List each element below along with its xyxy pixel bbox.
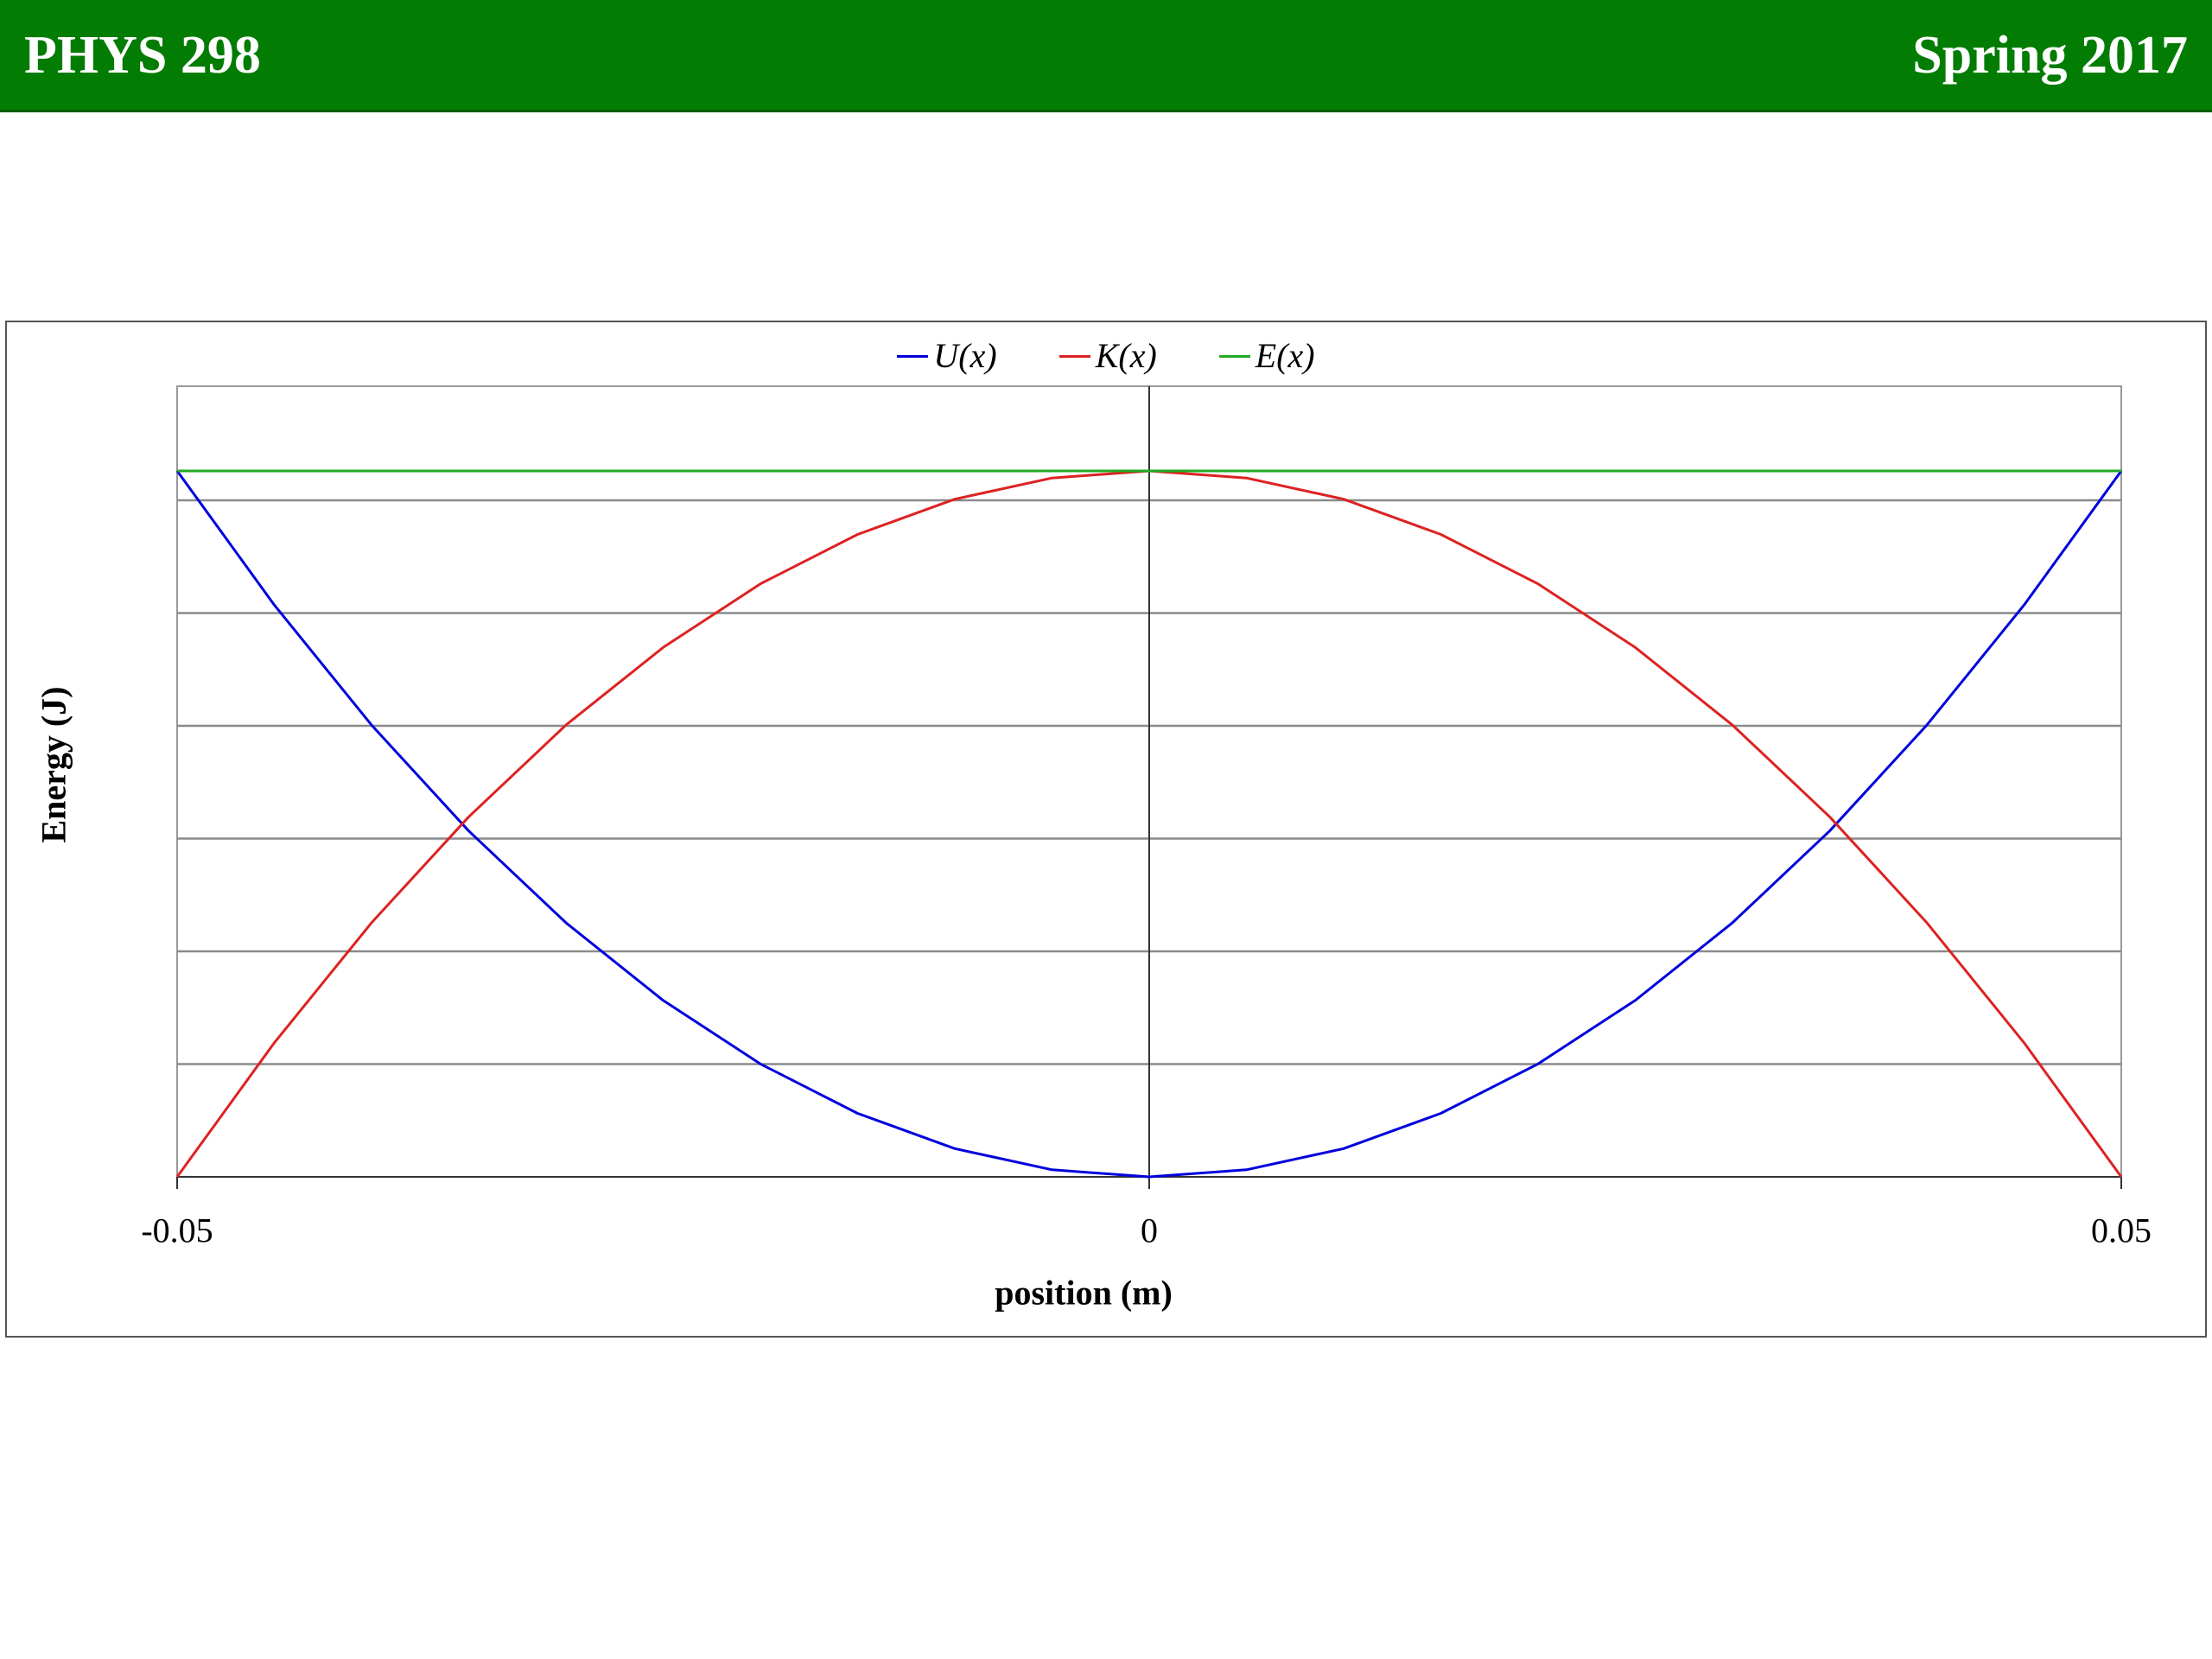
x-tick-label-zero: 0 [1141,1211,1158,1250]
x-tick-label-max: 0.05 [2091,1211,2152,1250]
gridlines [176,385,2122,1189]
energy-chart [175,385,2123,1189]
x-tick-label-min: -0.05 [141,1211,213,1250]
legend-item-k: K(x) [1058,335,1157,377]
y-axis-title: Energy (J) [34,686,73,843]
legend-swatch-e [1218,354,1250,358]
legend-label-u: U(x) [933,336,997,375]
legend-label-e: E(x) [1255,336,1315,375]
legend-swatch-k [1058,354,1090,358]
chart-legend: U(x) K(x) E(x) [0,332,2212,380]
legend-item-e: E(x) [1218,335,1315,377]
x-axis-title: position (m) [995,1273,1173,1313]
legend-swatch-u [897,354,929,358]
legend-label-k: K(x) [1095,336,1157,375]
legend-item-u: U(x) [897,335,997,377]
